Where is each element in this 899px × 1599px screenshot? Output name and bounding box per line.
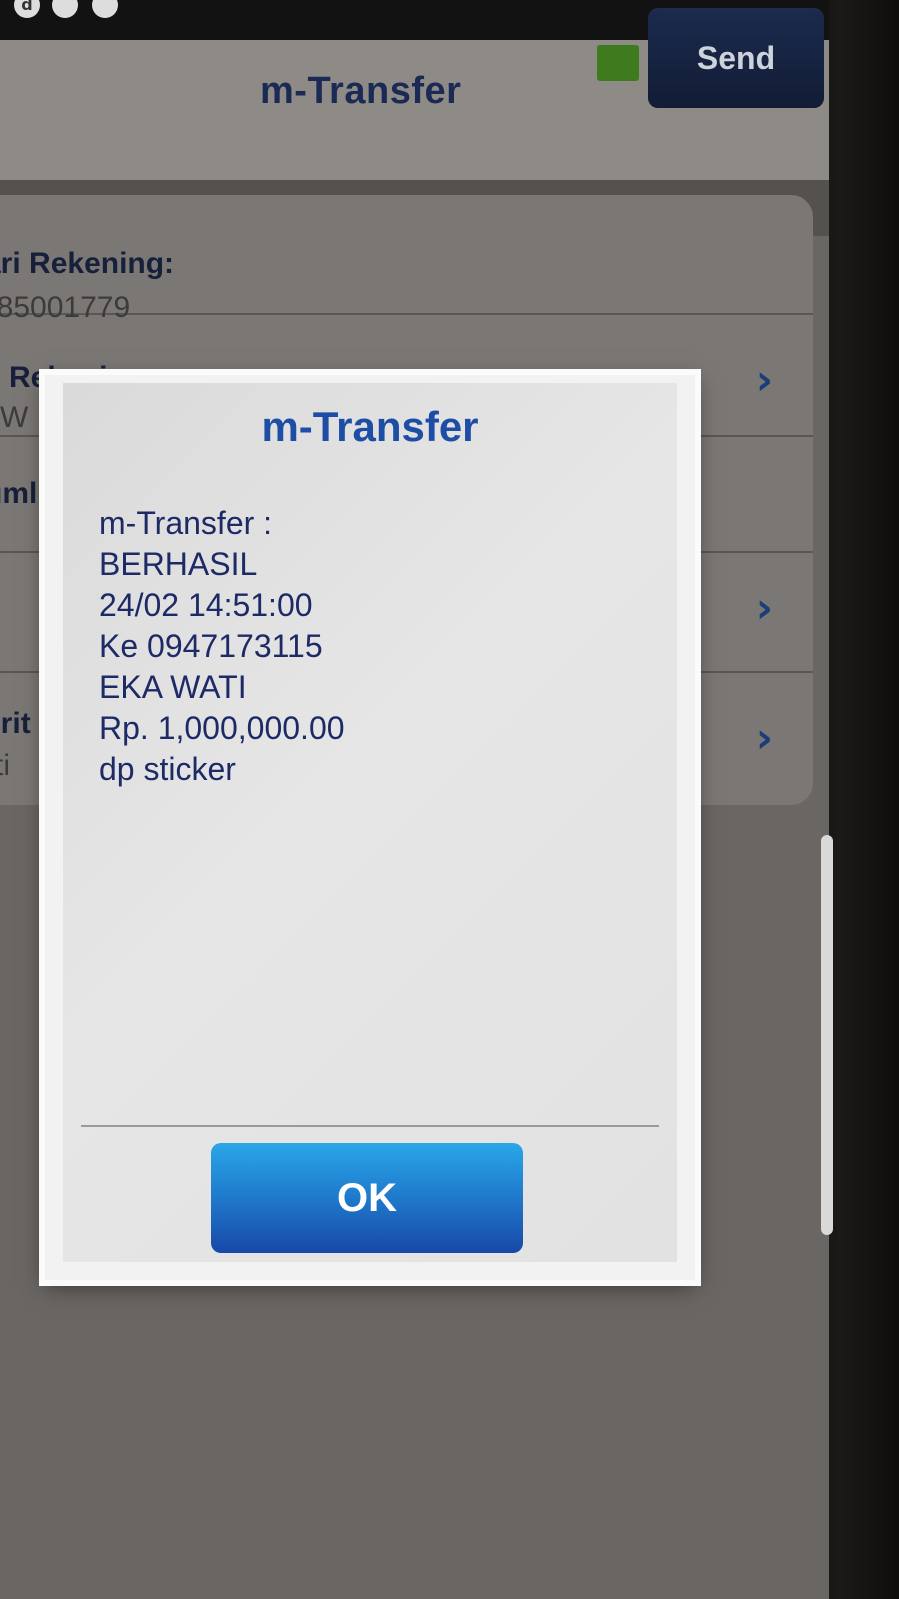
form-label: uml: [0, 477, 38, 510]
phone-side-button: [821, 835, 833, 1235]
chevron-right-icon: ›: [755, 355, 773, 404]
dialog-divider: [81, 1125, 659, 1127]
notification-icon: [92, 0, 118, 18]
message-line: m-Transfer :: [99, 505, 273, 541]
message-line: 24/02 14:51:00: [99, 587, 313, 623]
form-label: ari Rekening:: [0, 247, 175, 280]
send-button[interactable]: Send: [648, 8, 824, 108]
app-header: m-Transfer Send: [0, 8, 837, 180]
dialog-message: m-Transfer : BERHASIL 24/02 14:51:00 Ke …: [99, 503, 345, 790]
notification-icon: d: [14, 0, 40, 18]
notification-icon: [52, 0, 78, 18]
screen-edge: [829, 0, 837, 1599]
dialog-body: m-Transfer m-Transfer : BERHASIL 24/02 1…: [63, 383, 677, 1262]
screen: d m-Transfer Send ari Rekening: 28500177…: [0, 0, 899, 1599]
form-row-source-account[interactable]: ari Rekening: 285001779: [0, 195, 813, 324]
chevron-right-icon: ›: [755, 583, 773, 632]
ok-button[interactable]: OK: [211, 1143, 523, 1253]
phone-bezel: [837, 0, 899, 1599]
message-line: BERHASIL: [99, 546, 258, 582]
dialog-title: m-Transfer: [261, 403, 479, 450]
transfer-result-dialog: m-Transfer m-Transfer : BERHASIL 24/02 1…: [45, 375, 695, 1280]
message-line: EKA WATI: [99, 669, 247, 705]
message-line: dp sticker: [99, 751, 236, 787]
page-title: m-Transfer: [260, 70, 462, 112]
chevron-right-icon: ›: [755, 713, 773, 762]
form-value: EW: [0, 401, 29, 434]
form-value: sti: [0, 749, 10, 782]
message-line: Ke 0947173115: [99, 628, 323, 664]
form-label: erit: [0, 707, 31, 740]
message-line: Rp. 1,000,000.00: [99, 710, 345, 746]
connection-indicator: [597, 45, 639, 81]
